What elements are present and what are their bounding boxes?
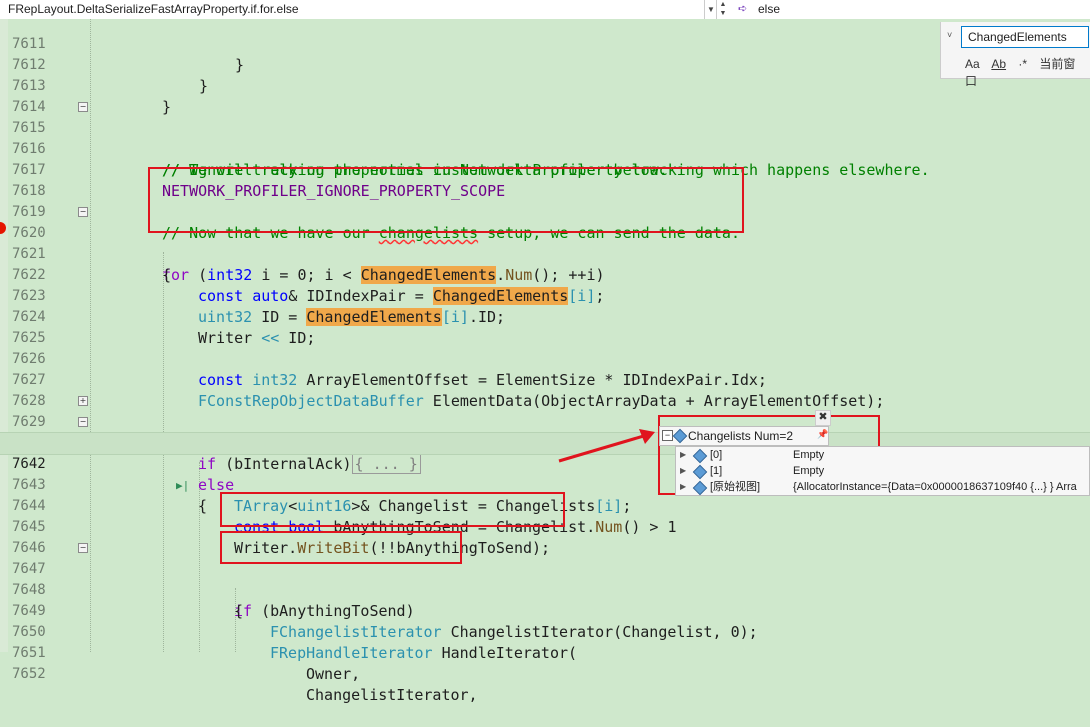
pin-icon[interactable]: 📌 xyxy=(816,427,830,441)
code-text: Owner, xyxy=(306,665,361,683)
code-line[interactable]: 7626 const int32 ArrayElementOffset = El… xyxy=(0,328,1090,389)
fold-toggle[interactable]: + xyxy=(78,396,88,406)
code-line[interactable]: 7647 − if (bAnythingToSend) xyxy=(0,538,1090,620)
expand-icon[interactable]: ▶ xyxy=(680,479,686,495)
code-line[interactable]: 7617 NETWORK_PROFILER_IGNORE_PROPERTY_SC… xyxy=(0,139,1090,200)
datatip-row[interactable]: ▶ [0] Empty xyxy=(676,447,1090,464)
code-text: ChangelistIterator, xyxy=(306,686,478,704)
find-widget: ˅ ChangedElements Aa Ab ·* 当前窗口 xyxy=(940,22,1090,88)
fold-toggle[interactable]: − xyxy=(78,543,88,553)
code-line[interactable]: 7652 ChangelistIterator, xyxy=(0,643,1090,704)
code-line[interactable]: 7625 xyxy=(0,307,1090,346)
code-line[interactable]: 7612 } xyxy=(0,34,1090,95)
code-line[interactable]: 7628 xyxy=(0,370,1090,409)
code-editor[interactable]: 7611 } 7612 } 7613 } 7614 7615 − // Igno… xyxy=(0,19,1090,704)
line-number: 7652 xyxy=(12,666,46,682)
code-line[interactable]: 7649 FChangelistIterator ChangelistItera… xyxy=(0,580,1090,641)
datatip-title: Changelists Num=2 xyxy=(688,429,794,443)
find-options: Aa Ab ·* 当前窗口 xyxy=(965,55,1090,89)
expand-icon[interactable]: ▶ xyxy=(680,463,686,479)
match-case-icon[interactable]: Aa xyxy=(965,57,980,71)
row-value: {AllocatorInstance={Data=0x0000018637109… xyxy=(793,481,1077,493)
datatip-header[interactable]: − Changelists Num=2 📌 xyxy=(659,426,829,446)
row-value: Empty xyxy=(793,465,825,477)
code-line[interactable]: 7622 const auto& IDIndexPair = ChangedEl… xyxy=(0,244,1090,305)
annotation-box-for-loop xyxy=(148,167,744,233)
code-line[interactable]: 7650 FRepHandleIterator HandleIterator( xyxy=(0,601,1090,662)
field-icon xyxy=(692,464,708,480)
annotation-box-if xyxy=(220,531,462,564)
expand-icon[interactable]: ▶ xyxy=(680,447,686,463)
match-word-icon[interactable]: Ab xyxy=(991,57,1006,71)
code-line[interactable]: 7648 { xyxy=(0,559,1090,620)
row-value: Empty xyxy=(793,449,825,461)
code-line[interactable]: 7624 Writer << ID; xyxy=(0,286,1090,347)
row-name: [0] xyxy=(710,449,723,461)
fold-toggle[interactable]: − xyxy=(78,207,88,217)
annotation-arrow xyxy=(558,429,655,463)
close-icon[interactable]: ✖ xyxy=(815,410,831,426)
code-line[interactable]: 7623 uint32 ID = ChangedElements[i].ID; xyxy=(0,265,1090,326)
row-name: [原始视图] xyxy=(710,481,761,493)
variable-icon xyxy=(672,428,688,444)
search-input[interactable]: ChangedElements xyxy=(961,26,1089,48)
fold-toggle[interactable]: − xyxy=(78,102,88,112)
code-line[interactable]: 7616 // We will rely on the normal custo… xyxy=(0,118,1090,179)
datatip-row[interactable]: ▶ [1] Empty xyxy=(676,463,1090,480)
chevron-down-icon[interactable]: ˅ xyxy=(947,30,952,40)
field-icon xyxy=(692,480,708,496)
code-line[interactable]: 7627 FConstRepObjectDataBuffer ElementDa… xyxy=(0,349,1090,410)
code-line[interactable]: 7615 − // Ignore tracking properties in … xyxy=(0,97,1090,179)
code-line[interactable]: 7613 } xyxy=(0,55,1090,116)
datatip-rows: ▶ [0] Empty ▶ [1] Empty ▶ [原始视图] {Alloca… xyxy=(675,446,1090,496)
code-line[interactable]: 7614 xyxy=(0,76,1090,115)
datatip-row[interactable]: ▶ [原始视图] {AllocatorInstance={Data=0x0000… xyxy=(676,479,1090,496)
annotation-box-writebit xyxy=(220,492,565,527)
field-icon xyxy=(692,448,708,464)
code-line[interactable]: 7611 } xyxy=(0,13,1090,74)
fold-toggle[interactable]: − xyxy=(78,417,88,427)
code-line[interactable]: 7629 + if (bInternalAck){ ... } xyxy=(0,391,1090,474)
regex-icon[interactable]: ·* xyxy=(1018,57,1027,71)
debug-datatip: ✖ − Changelists Num=2 📌 ▶ [0] Empty ▶ [1… xyxy=(659,410,1090,496)
row-name: [1] xyxy=(710,465,723,477)
code-line[interactable]: 7651 Owner, xyxy=(0,622,1090,683)
